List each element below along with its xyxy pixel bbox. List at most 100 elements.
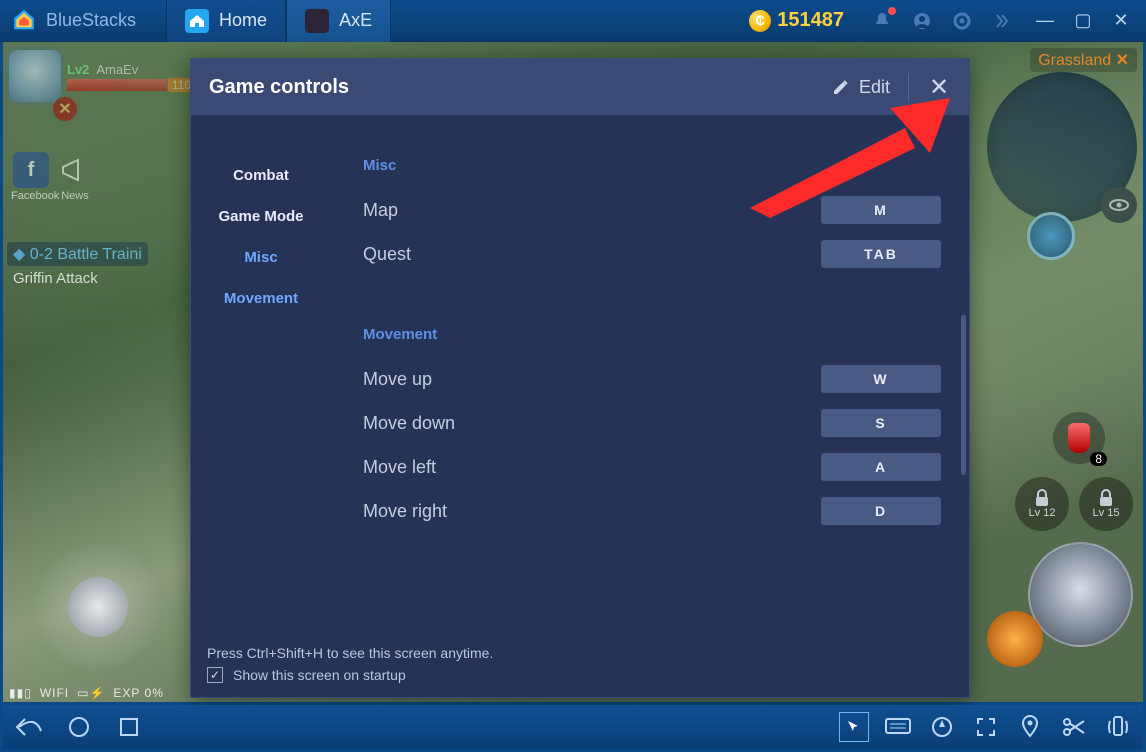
keyboard-tool-icon[interactable] <box>883 712 913 742</box>
quest-title: 0-2 Battle Traini <box>30 246 142 263</box>
binding-label: Map <box>363 200 398 221</box>
locked-skill-2[interactable]: Lv 15 <box>1079 477 1133 531</box>
cursor-tool-icon[interactable] <box>839 712 869 742</box>
game-status-bar: ▮▮▯ WIFI ▭⚡ EXP 0% <box>9 686 172 700</box>
keybind-map[interactable]: M <box>821 196 941 224</box>
binding-row-quest: Quest TAB <box>363 232 961 276</box>
account-icon[interactable] <box>910 9 934 33</box>
tab-home-label: Home <box>219 10 267 31</box>
bindings-panel[interactable]: Misc Map M Quest TAB Movement Move up W … <box>331 115 969 635</box>
keybind-move-up[interactable]: W <box>821 365 941 393</box>
tab-home[interactable]: Home <box>166 0 286 42</box>
modal-title: Game controls <box>209 76 831 99</box>
exp-label: EXP 0% <box>113 686 163 700</box>
binding-label: Move left <box>363 457 436 478</box>
player-level: Lv2 <box>67 62 89 77</box>
locked-skill-1[interactable]: Lv 12 <box>1015 477 1069 531</box>
signal-icon: ▮▮▯ <box>9 686 32 700</box>
modal-close-button[interactable]: ✕ <box>927 73 951 102</box>
edit-label: Edit <box>859 77 890 98</box>
coin-icon: ₵ <box>749 10 771 32</box>
facebook-label: Facebook <box>11 190 59 202</box>
window-minimize-button[interactable]: — <box>1030 10 1060 31</box>
category-game-mode[interactable]: Game Mode <box>191 196 331 237</box>
keybind-move-right[interactable]: D <box>821 497 941 525</box>
tab-axe[interactable]: AxE <box>286 0 391 42</box>
secondary-skill-button[interactable] <box>987 611 1043 667</box>
battery-icon: ▭⚡ <box>77 686 105 700</box>
binding-label: Move up <box>363 369 432 390</box>
chevron-double-icon[interactable] <box>990 9 1014 33</box>
recents-button[interactable] <box>113 712 145 742</box>
bluestacks-logo-icon <box>10 7 38 35</box>
virtual-joystick[interactable] <box>33 542 163 672</box>
location-tool-icon[interactable] <box>1015 712 1045 742</box>
locked-skill-1-label: Lv 12 <box>1029 507 1056 519</box>
minimap-eye-button[interactable] <box>1101 187 1137 223</box>
binding-label: Quest <box>363 244 411 265</box>
pencil-icon <box>831 77 851 97</box>
binding-row-move-right: Move right D <box>363 489 961 533</box>
keybind-quest[interactable]: TAB <box>821 240 941 268</box>
keybind-move-left[interactable]: A <box>821 453 941 481</box>
title-bar: BlueStacks Home AxE ₵ 151487 — ▢ ✕ <box>0 0 1146 42</box>
facebook-icon: f <box>13 152 49 188</box>
bell-icon[interactable] <box>870 9 894 33</box>
binding-row-map: Map M <box>363 188 961 232</box>
startup-checkbox-row[interactable]: ✓ Show this screen on startup <box>207 667 953 683</box>
potion-icon <box>1068 423 1090 453</box>
region-x-icon: ✕ <box>1116 52 1129 69</box>
megaphone-icon <box>57 152 93 188</box>
binding-label: Move right <box>363 501 447 522</box>
hp-bar: 110 <box>67 79 167 91</box>
lock-icon <box>1098 489 1114 507</box>
fullscreen-tool-icon[interactable] <box>971 712 1001 742</box>
category-misc[interactable]: Misc <box>191 237 331 278</box>
back-button[interactable] <box>13 712 45 742</box>
app-name: BlueStacks <box>46 10 136 31</box>
scissors-tool-icon[interactable] <box>1059 712 1089 742</box>
binding-row-move-left: Move left A <box>363 445 961 489</box>
binding-label: Move down <box>363 413 455 434</box>
home-button[interactable] <box>63 712 95 742</box>
footer-hint: Press Ctrl+Shift+H to see this screen an… <box>207 645 953 661</box>
player-hud: Lv2 AmaEv 110 <box>9 50 167 102</box>
category-combat[interactable]: Combat <box>191 155 331 196</box>
group-title-misc: Misc <box>363 157 961 174</box>
player-crest-icon[interactable] <box>9 50 61 102</box>
modal-footer: Press Ctrl+Shift+H to see this screen an… <box>191 635 969 697</box>
minimap[interactable] <box>987 72 1137 222</box>
social-icons: f Facebook News <box>11 152 99 202</box>
edit-button[interactable]: Edit <box>831 77 890 98</box>
player-name: AmaEv <box>96 62 138 77</box>
game-controls-modal: Game controls Edit ✕ Combat Game Mode Mi… <box>190 58 970 698</box>
coin-count[interactable]: 151487 <box>777 9 844 32</box>
lock-icon <box>1034 489 1050 507</box>
window-maximize-button[interactable]: ▢ <box>1068 10 1098 31</box>
facebook-button[interactable]: f Facebook <box>11 152 51 202</box>
startup-checkbox-label: Show this screen on startup <box>233 667 406 683</box>
primary-skill-button[interactable] <box>1028 542 1133 647</box>
tab-axe-label: AxE <box>339 10 372 31</box>
window-close-button[interactable]: ✕ <box>1106 10 1136 31</box>
shake-tool-icon[interactable] <box>1103 712 1133 742</box>
axe-icon <box>305 9 329 33</box>
news-button[interactable]: News <box>55 152 95 202</box>
gear-icon[interactable] <box>950 9 974 33</box>
home-icon <box>185 9 209 33</box>
header-divider <box>908 73 909 101</box>
locked-skills: Lv 12 Lv 15 <box>1005 477 1133 531</box>
potion-count: 8 <box>1090 452 1107 466</box>
binding-row-move-up: Move up W <box>363 357 961 401</box>
quest-banner[interactable]: ◆ 0-2 Battle Traini <box>7 242 148 266</box>
locked-skill-2-label: Lv 15 <box>1093 507 1120 519</box>
compass-tool-icon[interactable] <box>927 712 957 742</box>
modal-header: Game controls Edit ✕ <box>191 59 969 115</box>
minimap-portal-button[interactable] <box>1027 212 1075 260</box>
hud-cancel-icon[interactable]: ✕ <box>53 97 77 121</box>
keybind-move-down[interactable]: S <box>821 409 941 437</box>
binding-row-move-down: Move down S <box>363 401 961 445</box>
category-movement[interactable]: Movement <box>191 278 331 319</box>
region-label[interactable]: Grassland ✕ <box>1030 48 1137 72</box>
potion-slot[interactable]: 8 <box>1053 412 1105 464</box>
